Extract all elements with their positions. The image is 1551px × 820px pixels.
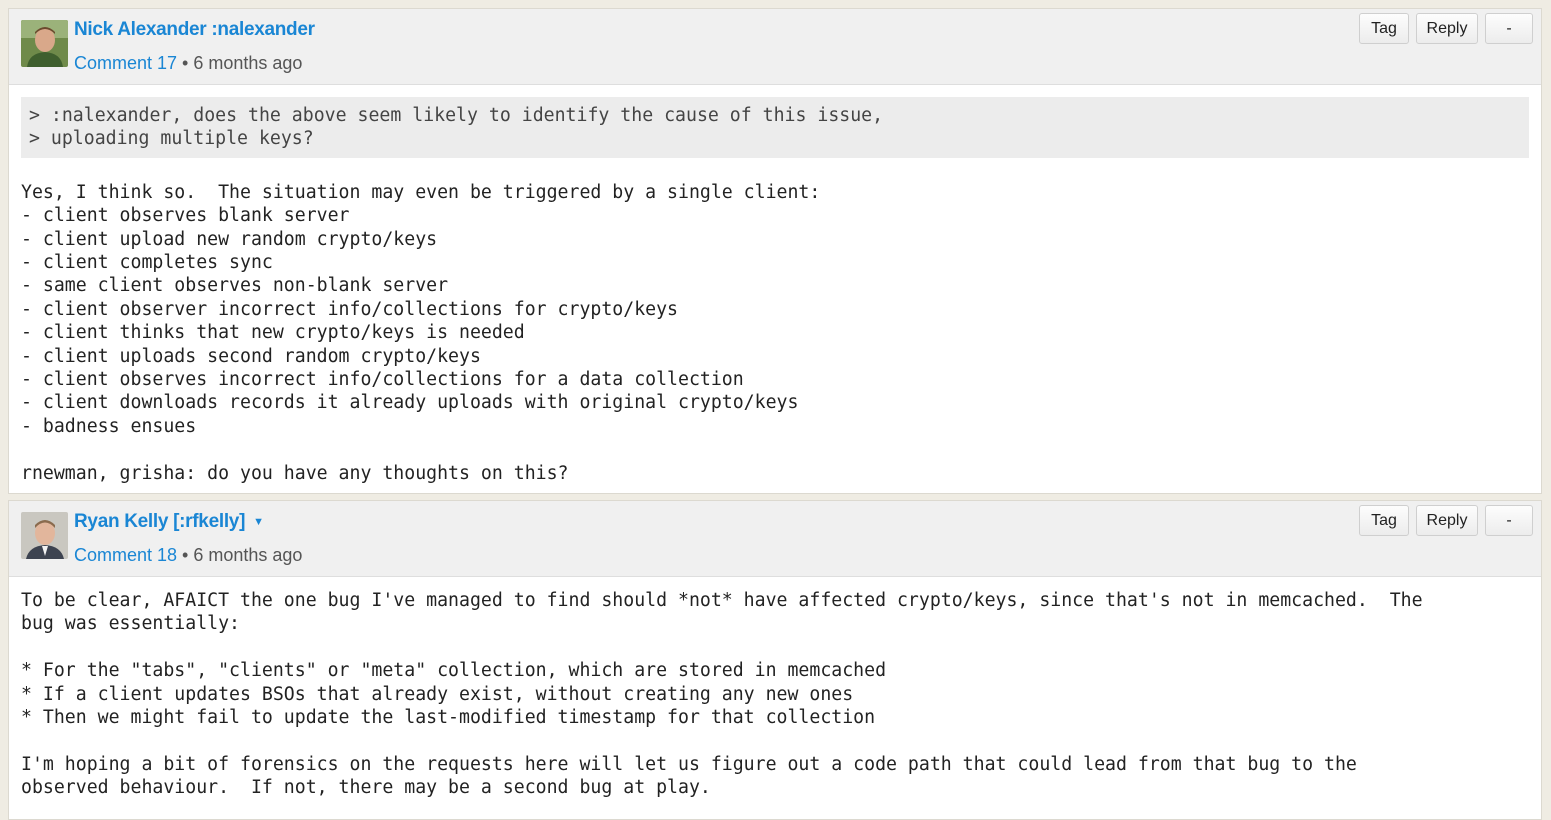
comment-meta: Comment 17 • 6 months ago [74,53,302,74]
comment-body: > :nalexander, does the above seem likel… [9,85,1541,485]
author-name[interactable]: Ryan Kelly [:rfkelly] ▼ [74,511,264,533]
separator: • [182,545,189,565]
comment-text: To be clear, AFAICT the one bug I've man… [21,590,1423,799]
comment-link[interactable]: Comment 17 [74,53,177,73]
comment-meta: Comment 18 • 6 months ago [74,545,302,566]
comment-header: Ryan Kelly [:rfkelly] ▼ Comment 18 • 6 mont… [9,501,1541,577]
tag-button[interactable]: Tag [1359,13,1409,44]
author-name[interactable]: Nick Alexander :nalexander [74,19,315,41]
reply-button[interactable]: Reply [1416,13,1478,44]
comment-time: 6 months ago [193,545,303,565]
reply-button[interactable]: Reply [1416,505,1478,536]
comment-text: Yes, I think so. The situation may even … [21,181,821,484]
comment-header: Nick Alexander :nalexander Comment 17 • 6 … [9,9,1541,85]
author-label[interactable]: Ryan Kelly [:rfkelly] [74,511,245,532]
comment-actions: Tag Reply - [1359,13,1533,44]
comment-link[interactable]: Comment 18 [74,545,177,565]
tag-button[interactable]: Tag [1359,505,1409,536]
avatar[interactable] [21,512,68,559]
comment-time: 6 months ago [193,53,303,73]
separator: • [182,53,189,73]
chevron-down-icon[interactable]: ▼ [253,516,264,528]
quoted-text: > :nalexander, does the above seem likel… [21,97,1529,158]
collapse-button[interactable]: - [1485,505,1533,536]
avatar[interactable] [21,20,68,67]
comment-body: To be clear, AFAICT the one bug I've man… [9,577,1541,800]
comment-18: Ryan Kelly [:rfkelly] ▼ Comment 18 • 6 mont… [8,500,1542,820]
comment-actions: Tag Reply - [1359,505,1533,536]
collapse-button[interactable]: - [1485,13,1533,44]
comment-17: Nick Alexander :nalexander Comment 17 • 6 … [8,8,1542,494]
